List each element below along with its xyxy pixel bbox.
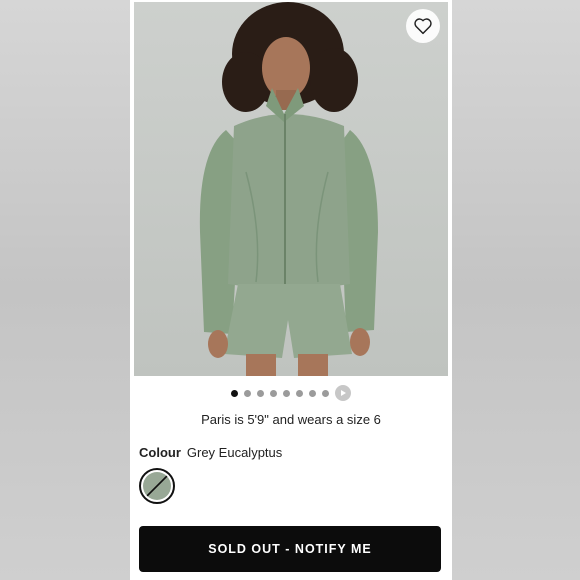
colour-value: Grey Eucalyptus (186, 445, 283, 460)
carousel-dot-4[interactable] (270, 389, 277, 397)
colour-label: Colour (139, 445, 181, 460)
carousel-dot-2[interactable] (244, 389, 251, 397)
favorite-button[interactable] (406, 9, 440, 43)
product-image[interactable] (134, 2, 448, 376)
carousel-dot-1[interactable] (231, 389, 238, 397)
carousel-dot-7[interactable] (309, 389, 316, 397)
background-right (452, 0, 580, 580)
carousel-dot-5[interactable] (283, 389, 290, 397)
colour-swatch-fill (143, 472, 171, 500)
notify-me-button[interactable]: SOLD OUT - NOTIFY ME (139, 526, 441, 572)
sold-out-slash-icon (146, 475, 168, 497)
carousel-indicators (130, 385, 452, 401)
fit-caption: Paris is 5'9" and wears a size 6 (201, 412, 381, 427)
carousel-dot-3[interactable] (257, 389, 264, 397)
carousel-dot-8[interactable] (322, 389, 329, 397)
heart-outline-icon (414, 18, 432, 35)
colour-swatch-selected[interactable] (139, 468, 175, 504)
colour-row: Colour Grey Eucalyptus (139, 445, 282, 460)
carousel-video-button[interactable] (335, 385, 351, 401)
model-illustration (199, 2, 378, 376)
background-left (0, 0, 130, 580)
play-icon (341, 390, 346, 396)
carousel-dot-6[interactable] (296, 389, 303, 397)
product-page: Paris is 5'9" and wears a size 6 Colour G… (130, 0, 452, 580)
